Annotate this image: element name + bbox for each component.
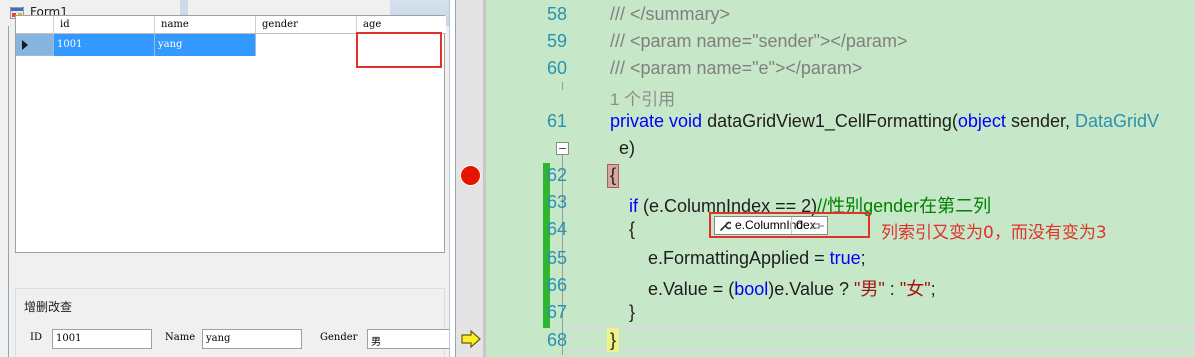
code-line-58[interactable]: /// </summary>: [610, 4, 730, 25]
type-name: DataGridV: [1075, 111, 1160, 131]
grid-cell-name[interactable]: yang: [155, 34, 256, 56]
line-number: 65: [546, 248, 567, 268]
collapse-region-icon[interactable]: [556, 142, 569, 155]
line-number: 66: [546, 275, 567, 295]
code-line-65[interactable]: e.FormattingApplied = true;: [648, 248, 866, 269]
form-window: Form1 id name gender age 1001 yang 增删改查 …: [0, 0, 450, 357]
code-line-60[interactable]: /// <param name="e"></param>: [610, 58, 862, 79]
code-text: ;: [930, 279, 936, 299]
keyword: object: [957, 111, 1006, 131]
gender-combobox[interactable]: 男: [367, 329, 449, 349]
keyword: if: [629, 196, 638, 216]
keyword: bool: [734, 279, 769, 299]
id-textbox[interactable]: 1001: [52, 329, 152, 349]
code-line-64[interactable]: {: [629, 219, 635, 240]
code-line-61-wrap[interactable]: e): [619, 138, 635, 159]
line-number: 59: [546, 31, 567, 51]
line-number: 68: [546, 330, 567, 350]
string-literal: "女": [899, 279, 931, 299]
grid-corner-header[interactable]: [16, 16, 54, 34]
code-editor[interactable]: 58 59 60 61 62 63 64 65 66 67 68 /// </s…: [455, 0, 1195, 357]
current-row-arrow-icon: [22, 40, 28, 50]
current-line-highlight: [570, 327, 1195, 352]
line-number: 67: [546, 302, 567, 322]
code-line-61[interactable]: private void dataGridView1_CellFormattin…: [610, 111, 1159, 132]
codelens-references[interactable]: 1 个引用: [610, 85, 675, 110]
annotation-text: 列索引又变为0，而没有变为3: [881, 223, 1107, 243]
code-text: e.Value = (: [648, 279, 735, 299]
margin-divider: [483, 0, 486, 357]
line-number: 60: [546, 58, 567, 78]
code-line-68[interactable]: }: [610, 330, 616, 351]
keyword: private: [610, 111, 665, 131]
keyword: void: [669, 111, 703, 131]
name-label: Name: [165, 332, 196, 343]
code-text: )e.Value ?: [768, 279, 849, 299]
code-text: :: [889, 279, 895, 299]
column-header-name[interactable]: name: [155, 16, 256, 34]
column-header-gender[interactable]: gender: [256, 16, 357, 34]
groupbox-title: 增删改查: [22, 298, 75, 315]
code-text: e.FormattingApplied =: [648, 248, 825, 268]
id-label: ID: [30, 332, 42, 343]
name-textbox[interactable]: yang: [202, 329, 302, 349]
line-number: 63: [546, 192, 567, 212]
code-text: ;: [860, 248, 866, 268]
column-header-id[interactable]: id: [54, 16, 155, 34]
row-header-selected[interactable]: [16, 34, 54, 56]
keyword: true: [829, 248, 861, 268]
line-number: 64: [546, 219, 567, 239]
breakpoint-icon[interactable]: [460, 165, 481, 186]
code-line-67[interactable]: }: [629, 302, 635, 323]
age-column-highlight-box: [356, 32, 442, 68]
string-literal: "男": [854, 279, 885, 299]
window-border: [455, 0, 456, 357]
line-number: 58: [546, 4, 567, 24]
datatip-highlight-box: [709, 212, 870, 238]
current-statement-arrow-icon[interactable]: [461, 330, 481, 348]
code-line-59[interactable]: /// <param name="sender"></param>: [610, 31, 907, 52]
outline-line: [562, 82, 563, 90]
code-line-62[interactable]: {: [610, 165, 616, 186]
code-line-66[interactable]: e.Value = (bool)e.Value ? "男" : "女";: [648, 275, 936, 301]
code-text: sender,: [1010, 111, 1070, 131]
line-number: 62: [546, 165, 567, 185]
line-number: 61: [546, 111, 567, 131]
method-name: dataGridView1_CellFormatting(: [707, 111, 958, 131]
gender-label: Gender: [320, 332, 358, 343]
grid-cell-id[interactable]: 1001: [54, 34, 155, 56]
